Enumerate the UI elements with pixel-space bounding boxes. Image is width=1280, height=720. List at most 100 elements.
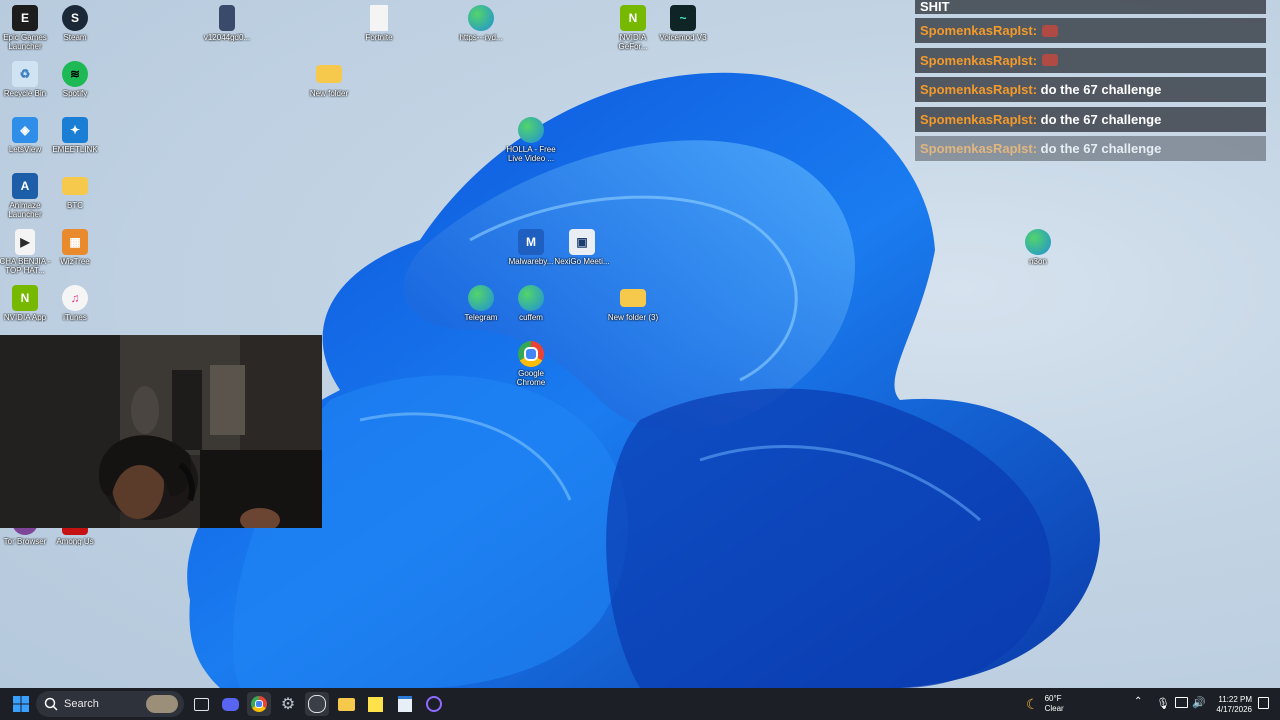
- chat-username: SpomenkasRapIst: [920, 141, 1033, 156]
- taskbar-sticky-notes[interactable]: [363, 692, 387, 716]
- edge-icon: [1025, 229, 1051, 255]
- steam-icon: S: [62, 5, 88, 31]
- desktop-icon-spotify[interactable]: ≋ Spotify: [47, 61, 103, 98]
- folder-icon: [62, 177, 88, 195]
- itunes-icon: ♫: [62, 285, 88, 311]
- clock[interactable]: 11:22 PM 4/17/2026: [1210, 695, 1252, 715]
- notepad-icon: [398, 696, 412, 712]
- taskbar-settings[interactable]: ⚙: [276, 692, 300, 716]
- chrome-icon: [518, 341, 544, 367]
- voicemod-icon: ~: [670, 5, 696, 31]
- chrome-icon: [251, 696, 267, 712]
- edge-icon: [468, 5, 494, 31]
- nexigo-icon: ▣: [569, 229, 595, 255]
- desktop-icon-new-folder-3[interactable]: New folder (3): [605, 285, 661, 322]
- desktop-icon-wiztree[interactable]: ▦ WizTree: [47, 229, 103, 266]
- chat-username: SpomenkasRapIst: [920, 82, 1033, 97]
- desktop-icon-emeetlink[interactable]: ✦ EMEETLINK: [47, 117, 103, 154]
- search-icon: [44, 697, 58, 711]
- taskbar-obs[interactable]: [305, 692, 329, 716]
- chat-separator: :: [1032, 82, 1038, 97]
- desktop-icon-animaze[interactable]: A Animaze Launcher: [0, 173, 53, 219]
- chat-message-partial: SHIT: [915, 0, 1266, 14]
- desktop-icon-edge-link[interactable]: https---ryd...: [453, 5, 509, 42]
- taskbar-cortana[interactable]: [422, 692, 446, 716]
- desktop-icon-steam[interactable]: S Steam: [47, 5, 103, 42]
- desktop-icon-letsview[interactable]: ◈ LetsView: [0, 117, 53, 154]
- desktop-icon-file[interactable]: v12044gd0...: [199, 5, 255, 42]
- chat-separator: :: [1032, 111, 1038, 127]
- desktop-icon-cuffem[interactable]: cuffem: [503, 285, 559, 322]
- desktop-icon-holla[interactable]: HOLLA - Free Live Video ...: [503, 117, 559, 163]
- cortana-icon: [426, 696, 442, 712]
- desktop-icon-telegram[interactable]: Telegram: [453, 285, 509, 322]
- weather-temperature: 60°F: [1044, 694, 1062, 703]
- chat-message: SpomenkasRapIst: do the 67 challenge: [915, 106, 1266, 132]
- search-highlight-icon: [146, 695, 178, 713]
- notification-bell-icon[interactable]: [1258, 697, 1269, 709]
- chat-separator: :: [1032, 141, 1038, 156]
- weather-widget[interactable]: ☾ 60°F Clear: [1026, 694, 1064, 714]
- chat-username: SpomenkasRapIst: [920, 23, 1033, 38]
- desktop-icon-google-chrome[interactable]: Google Chrome: [503, 341, 559, 387]
- desktop-icon-n3on[interactable]: n3on: [1010, 229, 1066, 266]
- chat-username: SpomenkasRapIst: [920, 111, 1033, 127]
- chat-message: SpomenkasRapIst: do the 67 challenge: [915, 77, 1266, 102]
- clock-time: 11:22 PM: [1218, 695, 1252, 704]
- chat-text: do the 67 challenge: [1040, 141, 1162, 156]
- recycle-bin-icon: ♻: [12, 61, 38, 87]
- chat-emote-icon: [1042, 24, 1059, 37]
- chat-message: SpomenkasRapIst: do the 67 challenge: [915, 136, 1266, 161]
- folder-icon: [316, 65, 342, 83]
- wiztree-icon: ▦: [62, 229, 88, 255]
- spotify-icon: ≋: [62, 61, 88, 87]
- taskbar-task-view[interactable]: [189, 692, 213, 716]
- desktop-icon-nvidia-geforce[interactable]: N NVIDIA GeFor...: [605, 5, 661, 51]
- taskbar: Search ⚙ ☾ 60°F Clear ⌃ 🎙 🔊 11:22 PM 4/1…: [0, 688, 1280, 720]
- taskbar-file-explorer[interactable]: [334, 692, 358, 716]
- desktop-icon-new-folder[interactable]: New folder: [301, 61, 357, 98]
- file-explorer-icon: [193, 697, 209, 711]
- sticky-notes-icon: [367, 696, 383, 712]
- letsview-icon: ◈: [12, 117, 38, 143]
- start-button[interactable]: [9, 692, 33, 716]
- volume-icon[interactable]: 🔊: [1192, 696, 1206, 709]
- microphone-icon[interactable]: 🎙: [1156, 697, 1170, 710]
- taskbar-chrome[interactable]: [247, 692, 271, 716]
- malwarebytes-icon: M: [518, 229, 544, 255]
- webcam-overlay: [0, 335, 322, 528]
- clock-date: 4/17/2026: [1216, 705, 1252, 714]
- taskbar-notepad[interactable]: [393, 692, 417, 716]
- desktop-icon-voicemod[interactable]: ~ Voicemod V3: [655, 5, 711, 42]
- edge-icon: [468, 285, 494, 311]
- document-icon: [370, 5, 388, 31]
- chat-emote-icon: [1042, 54, 1059, 66]
- chat-text: do the 67 challenge: [1040, 82, 1162, 97]
- webcam-feed: [0, 335, 322, 528]
- chat-separator: :: [1032, 52, 1038, 68]
- desktop-icon-recycle-bin[interactable]: ♻ Recycle Bin: [0, 61, 53, 98]
- nvidia-icon: N: [12, 285, 38, 311]
- search-input[interactable]: Search: [36, 691, 184, 717]
- desktop-icon-epic-games[interactable]: E Epic Games Launcher: [0, 5, 53, 51]
- desktop-icon-nexigo[interactable]: ▣ NexiGo Meeti...: [554, 229, 610, 266]
- desktop-icon-fortnite[interactable]: Fortnite: [351, 5, 407, 42]
- taskbar-discord[interactable]: [218, 692, 242, 716]
- desktop-icon-malwarebytes[interactable]: M Malwareby...: [503, 229, 559, 266]
- chat-text: do the 67 challenge: [1040, 111, 1162, 127]
- chat-username: SpomenkasRapIst: [920, 52, 1033, 68]
- weather-condition: Clear: [1044, 704, 1064, 713]
- file-icon: [219, 5, 235, 31]
- desktop-icon-btc[interactable]: BTC: [47, 173, 103, 210]
- desktop-icon-itunes[interactable]: ♫ iTunes: [47, 285, 103, 322]
- network-icon[interactable]: [1175, 697, 1188, 708]
- desktop-icon-nvidia-app[interactable]: N NVIDIA App: [0, 285, 53, 322]
- chat-message: SpomenkasRapIst:: [915, 18, 1266, 43]
- desktop-icon-cha-benjia[interactable]: ▶ CHA BENJIA - TOP HAT...: [0, 229, 53, 275]
- search-label: Search: [64, 698, 99, 710]
- moon-icon: ☾: [1026, 695, 1039, 712]
- discord-icon: [221, 697, 239, 711]
- video-icon: ▶: [15, 229, 35, 255]
- edge-icon: [518, 285, 544, 311]
- chevron-up-icon[interactable]: ⌃: [1134, 696, 1142, 707]
